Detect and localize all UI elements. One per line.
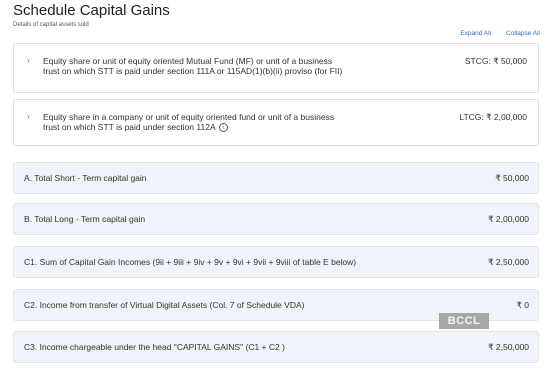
page-subtitle: Details of capital assets sold	[13, 22, 89, 28]
summary-row-total-ltcg: B. Total Long - Term capital gain ₹ 2,00…	[13, 203, 539, 235]
summary-row-c3: C3. Income chargeable under the head "CA…	[13, 331, 539, 363]
summary-label: C3. Income chargeable under the head "CA…	[24, 342, 285, 352]
summary-amount: ₹ 2,00,000	[488, 214, 529, 224]
expand-all-link[interactable]: Expand All	[460, 30, 491, 37]
summary-amount: ₹ 2,50,000	[488, 257, 529, 267]
summary-label: C2. Income from transfer of Virtual Digi…	[24, 300, 305, 310]
collapse-all-link[interactable]: Collapse All	[506, 30, 540, 37]
chevron-right-icon[interactable]: ›	[27, 112, 30, 121]
summary-amount: ₹ 50,000	[495, 173, 529, 183]
accordion-stcg-111a[interactable]: › Equity share or unit of equity oriente…	[13, 43, 539, 93]
toolbar: Expand All Collapse All	[460, 30, 540, 37]
accordion-value: STCG: ₹ 50,000	[464, 56, 527, 66]
summary-amount: ₹ 2,50,000	[488, 342, 529, 352]
summary-row-c1: C1. Sum of Capital Gain Incomes (9ii + 9…	[13, 246, 539, 278]
watermark-logo: BCCL	[439, 313, 489, 329]
accordion-ltcg-112a[interactable]: › Equity share in a company or unit of e…	[13, 99, 539, 146]
accordion-label: Equity share in a company or unit of equ…	[43, 112, 335, 132]
page-title: Schedule Capital Gains	[13, 2, 170, 19]
summary-label: B. Total Long - Term capital gain	[24, 214, 146, 224]
accordion-label: Equity share or unit of equity oriented …	[43, 56, 343, 76]
summary-label: A. Total Short - Term capital gain	[24, 173, 147, 183]
chevron-right-icon[interactable]: ›	[27, 56, 30, 65]
info-icon[interactable]: i	[218, 123, 228, 133]
accordion-value: LTCG: ₹ 2,00,000	[459, 112, 527, 122]
summary-row-total-stcg: A. Total Short - Term capital gain ₹ 50,…	[13, 162, 539, 194]
accordion-label-wrap: Equity share in a company or unit of equ…	[43, 112, 343, 133]
summary-amount: ₹ 0	[516, 300, 530, 310]
summary-label: C1. Sum of Capital Gain Incomes (9ii + 9…	[24, 257, 357, 267]
